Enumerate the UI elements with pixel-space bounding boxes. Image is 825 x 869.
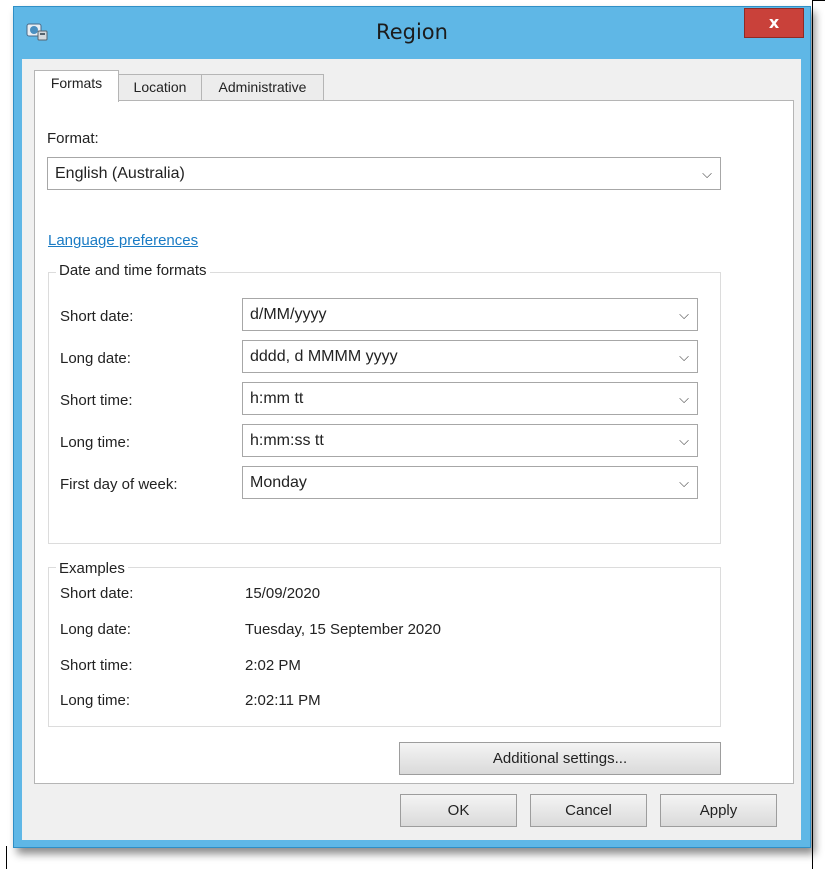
example-short-time-value: 2:02 PM xyxy=(245,657,301,674)
cancel-button[interactable]: Cancel xyxy=(530,794,647,827)
region-dialog: Region x Formats Location Administrative… xyxy=(13,6,811,848)
format-value: English (Australia) xyxy=(55,165,185,182)
example-long-time-label: Long time: xyxy=(60,692,131,709)
short-time-format-value: h:mm tt xyxy=(250,390,304,407)
examples-group: Examples Short date: 15/09/2020 Long dat… xyxy=(48,560,721,727)
short-date-label: Short date: xyxy=(60,308,134,325)
long-time-format-value: h:mm:ss tt xyxy=(250,432,324,449)
example-long-date-label: Long date: xyxy=(60,621,131,638)
page-border xyxy=(812,0,825,1)
chevron-down-icon[interactable]: ⌵ xyxy=(679,383,689,414)
long-date-format-value: dddd, d MMMM yyyy xyxy=(250,348,398,365)
example-long-time-value: 2:02:11 PM xyxy=(245,692,321,709)
tab-formats[interactable]: Formats xyxy=(34,70,119,102)
page-border xyxy=(812,0,813,869)
chevron-down-icon[interactable]: ⌵ xyxy=(679,341,689,372)
additional-settings-button[interactable]: Additional settings... xyxy=(399,742,721,775)
short-date-select[interactable]: d/MM/yyyy ⌵ xyxy=(242,298,698,331)
dialog-client-area: Formats Location Administrative Format: … xyxy=(22,59,801,840)
example-short-time-label: Short time: xyxy=(60,657,133,674)
title-bar[interactable]: Region x xyxy=(14,7,810,59)
apply-button[interactable]: Apply xyxy=(660,794,777,827)
chevron-down-icon[interactable]: ⌵ xyxy=(702,158,712,189)
example-long-date-value: Tuesday, 15 September 2020 xyxy=(245,621,441,638)
example-short-date-label: Short date: xyxy=(60,585,134,602)
tab-administrative[interactable]: Administrative xyxy=(201,74,324,101)
close-icon: x xyxy=(768,13,780,32)
first-day-of-week-value: Monday xyxy=(250,474,307,491)
format-label: Format: xyxy=(47,130,99,147)
formats-panel: Format: English (Australia) ⌵ Language p… xyxy=(34,100,794,784)
chevron-down-icon[interactable]: ⌵ xyxy=(679,299,689,330)
format-select[interactable]: English (Australia) ⌵ xyxy=(47,157,721,190)
chevron-down-icon[interactable]: ⌵ xyxy=(679,467,689,498)
date-time-formats-group: Date and time formats Short date: d/MM/y… xyxy=(48,262,721,544)
short-time-label: Short time: xyxy=(60,392,133,409)
long-date-select[interactable]: dddd, d MMMM yyyy ⌵ xyxy=(242,340,698,373)
short-time-select[interactable]: h:mm tt ⌵ xyxy=(242,382,698,415)
long-time-select[interactable]: h:mm:ss tt ⌵ xyxy=(242,424,698,457)
short-date-format-value: d/MM/yyyy xyxy=(250,306,327,323)
first-day-of-week-select[interactable]: Monday ⌵ xyxy=(242,466,698,499)
language-preferences-link[interactable]: Language preferences xyxy=(48,232,198,249)
window-title: Region xyxy=(376,20,448,44)
group-title-examples: Examples xyxy=(56,560,128,577)
long-time-label: Long time: xyxy=(60,434,131,451)
example-short-date-value: 15/09/2020 xyxy=(245,585,321,602)
group-title-date-time: Date and time formats xyxy=(56,262,210,279)
tab-location[interactable]: Location xyxy=(118,74,202,101)
first-day-of-week-label: First day of week: xyxy=(60,476,178,493)
chevron-down-icon[interactable]: ⌵ xyxy=(679,425,689,456)
close-button[interactable]: x xyxy=(744,8,804,38)
page-border xyxy=(6,846,7,869)
ok-button[interactable]: OK xyxy=(400,794,517,827)
long-date-label: Long date: xyxy=(60,350,131,367)
